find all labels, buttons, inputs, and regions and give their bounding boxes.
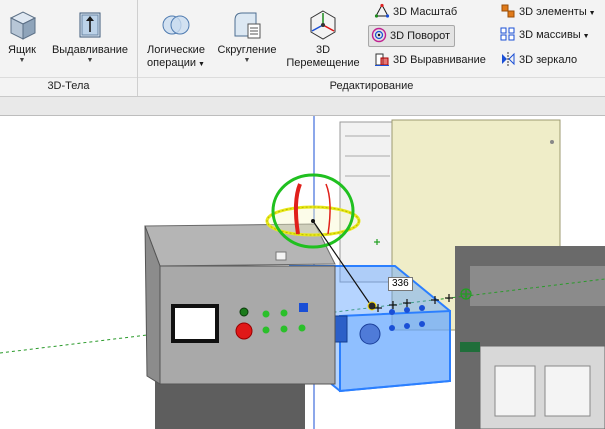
boolean-button[interactable]: Логические операции ▼ [140, 4, 212, 72]
rotate3d-button[interactable]: 3D Поворот [368, 25, 456, 47]
move3d-icon [306, 8, 340, 42]
arrays3d-icon [500, 26, 516, 42]
arrays3d-label: 3D массивы [519, 29, 581, 41]
fillet-label: Скругление [217, 44, 277, 56]
chevron-down-icon: ▼ [580, 33, 590, 40]
move3d-label-line2: Перемещение [286, 57, 360, 69]
fillet-icon [230, 8, 264, 42]
mirror3d-label: 3D зеркало [519, 54, 578, 66]
boolean-label-line2: операции [147, 57, 197, 69]
move3d-label-line1: 3D [315, 44, 331, 56]
extrude-label: Выдавливание [51, 44, 129, 56]
extrude-button[interactable]: Выдавливание ▼ [46, 4, 134, 72]
scale3d-button[interactable]: 3D Масштаб [372, 2, 461, 22]
box-icon [5, 8, 39, 42]
3d-viewport[interactable]: 336 [0, 116, 605, 429]
ribbon-group-edit-label: Редактирование [138, 77, 605, 94]
scene-canvas[interactable] [0, 116, 605, 429]
dimension-label: 336 [388, 277, 413, 291]
chevron-down-icon: ▼ [196, 61, 205, 68]
scale3d-icon [374, 3, 390, 19]
ribbon-group-bodies: Ящик ▼ Выдавливание ▼ 3D-Тела [0, 0, 138, 96]
align3d-button[interactable]: 3D Выравнивание [372, 50, 490, 70]
elements3d-icon [500, 3, 516, 19]
chevron-down-icon: ▼ [243, 57, 251, 64]
elements3d-label: 3D элементы [519, 6, 587, 18]
ribbon-bottom-bar [0, 97, 605, 116]
extrude-icon [73, 8, 107, 42]
rotate3d-icon [371, 27, 387, 43]
boolean-label-line1: Логические [147, 44, 205, 56]
scale3d-label: 3D Масштаб [393, 6, 458, 18]
ribbon: Ящик ▼ Выдавливание ▼ 3D-Тела Логические… [0, 0, 605, 97]
elements3d-button[interactable]: 3D элементы ▼ [498, 2, 600, 22]
box-label: Ящик [8, 44, 36, 56]
rotate3d-label: 3D Поворот [390, 30, 451, 42]
chevron-down-icon: ▼ [86, 57, 94, 64]
align3d-label: 3D Выравнивание [393, 54, 486, 66]
boolean-icon [159, 8, 193, 42]
mirror3d-button[interactable]: 3D зеркало [498, 50, 581, 70]
align3d-icon [374, 51, 390, 67]
fillet-button[interactable]: Скругление ▼ [213, 4, 281, 72]
move3d-button[interactable]: 3D Перемещение [283, 4, 363, 72]
chevron-down-icon: ▼ [586, 10, 596, 17]
mirror3d-icon [500, 51, 516, 67]
ribbon-group-edit: Логические операции ▼ Скругление ▼ 3D Пе… [138, 0, 605, 96]
ribbon-group-bodies-label: 3D-Тела [0, 77, 137, 94]
chevron-down-icon: ▼ [18, 57, 26, 64]
box-button[interactable]: Ящик ▼ [2, 4, 42, 72]
arrays3d-button[interactable]: 3D массивы ▼ [498, 25, 594, 45]
